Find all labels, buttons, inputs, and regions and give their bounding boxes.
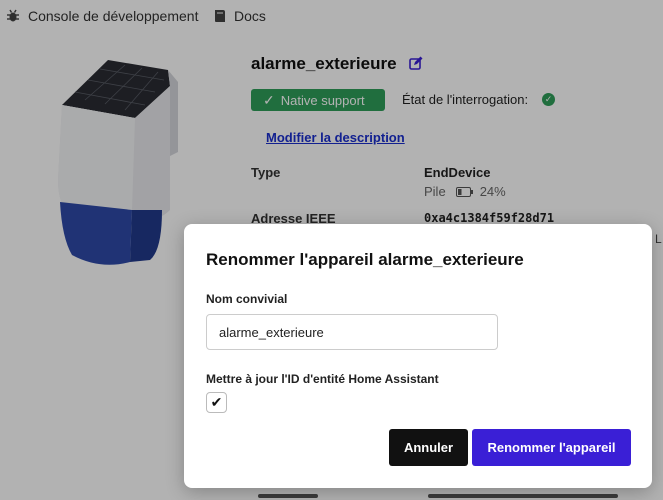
update-entity-id-label: Mettre à jour l'ID d'entité Home Assista… bbox=[206, 372, 439, 386]
rename-dialog: Renommer l'appareil alarme_exterieure No… bbox=[184, 224, 652, 488]
checkmark-icon: ✔ bbox=[210, 394, 223, 410]
dialog-title: Renommer l'appareil alarme_exterieure bbox=[206, 250, 524, 269]
cancel-button[interactable]: Annuler bbox=[389, 429, 468, 466]
friendly-name-input[interactable] bbox=[206, 314, 498, 350]
update-entity-id-checkbox[interactable]: ✔ bbox=[206, 392, 227, 413]
friendly-name-label: Nom convivial bbox=[206, 292, 288, 306]
rename-device-button[interactable]: Renommer l'appareil bbox=[472, 429, 631, 466]
